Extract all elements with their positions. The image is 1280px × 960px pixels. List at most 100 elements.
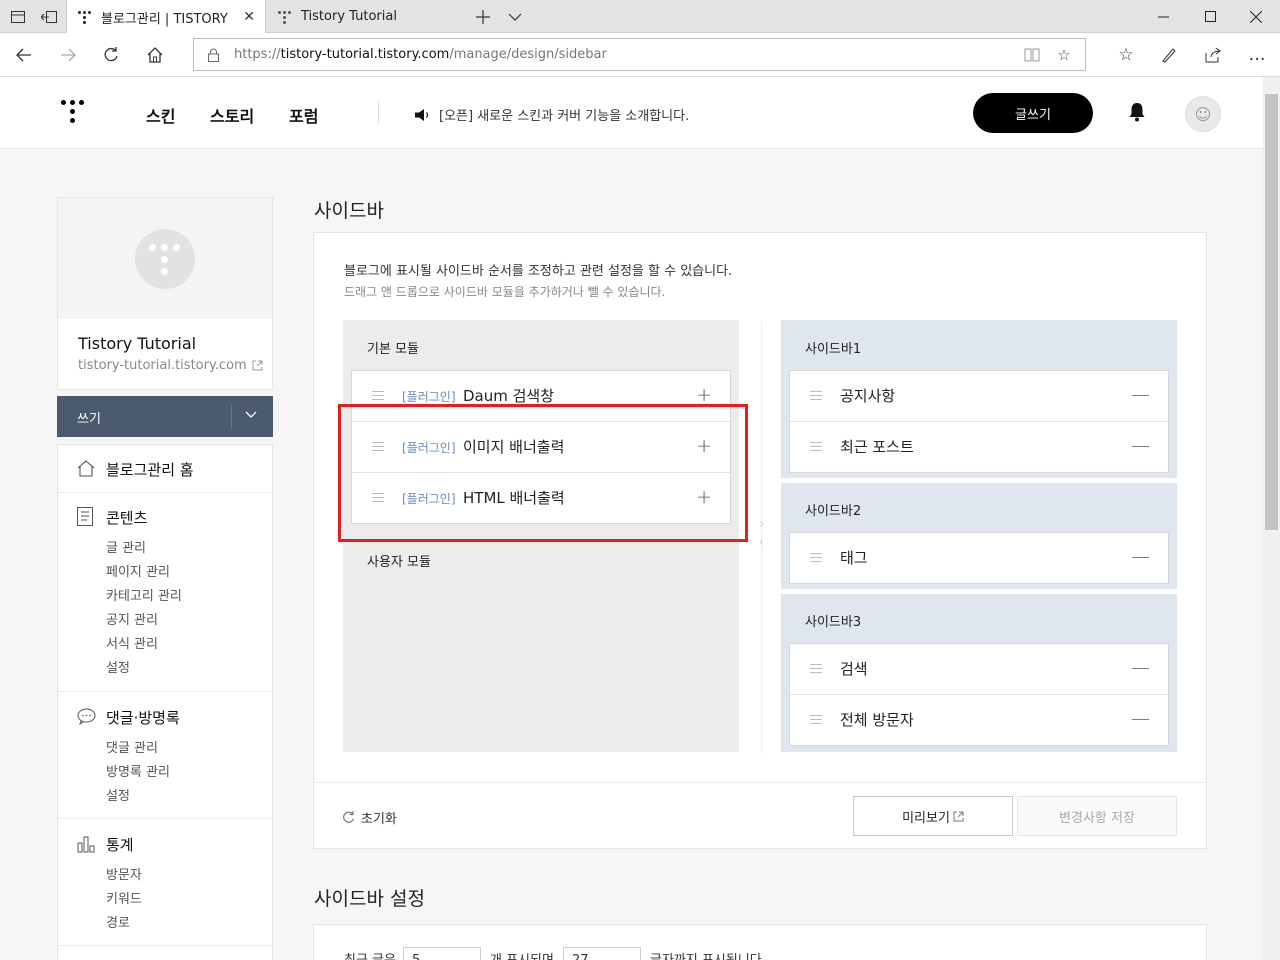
preview-button[interactable]: 미리보기 <box>853 796 1013 836</box>
forward-icon[interactable] <box>46 33 90 77</box>
blog-name[interactable]: Tistory Tutorial <box>78 334 196 353</box>
tab-blog-manage[interactable]: 블로그관리 | TISTORY ✕ <box>66 0 266 34</box>
module-name: 최근 포스트 <box>840 438 914 456</box>
sidebar-item-tags[interactable]: 태그 — <box>790 533 1168 584</box>
more-options-icon[interactable]: … <box>1235 33 1279 77</box>
sidebar-group-title: 사이드바3 <box>805 615 862 630</box>
module-name: 검색 <box>840 660 868 678</box>
sidebar-item-total-visitors[interactable]: 전체 방문자 — <box>790 695 1168 746</box>
drag-handle-icon[interactable] <box>810 553 822 563</box>
write-bar-divider <box>231 405 232 428</box>
nav-visitors[interactable]: 방문자 <box>106 864 142 883</box>
nav-contents[interactable]: 콘텐츠 <box>106 507 147 528</box>
notification-bell-icon[interactable] <box>1128 102 1146 126</box>
favorites-list-icon[interactable]: ☆ <box>1104 33 1148 77</box>
nav-keywords[interactable]: 키워드 <box>106 888 142 907</box>
url-field[interactable]: https://tistory-tutorial.tistory.com/man… <box>193 38 1086 71</box>
external-link-icon <box>953 811 964 821</box>
scrollbar-thumb[interactable] <box>1265 94 1278 530</box>
blog-profile-image <box>58 198 272 319</box>
drag-handle-icon[interactable] <box>810 442 822 452</box>
tab-list-chevron-icon[interactable] <box>499 0 531 33</box>
sidebar-item-recent-posts[interactable]: 최근 포스트 — <box>790 422 1168 473</box>
nav-blog-manage-home[interactable]: 블로그관리 홈 <box>106 459 194 480</box>
drag-handle-icon[interactable] <box>372 391 384 401</box>
maximize-icon[interactable] <box>1186 0 1234 33</box>
nav-comments-settings[interactable]: 설정 <box>106 785 130 804</box>
sidebar-item-notice[interactable]: 공지사항 — <box>790 371 1168 422</box>
module-name: 전체 방문자 <box>840 711 914 729</box>
tab-preview-icon[interactable] <box>2 0 34 33</box>
nav-section-contents: 콘텐츠 글 관리 페이지 관리 카테고리 관리 공지 관리 서식 관리 설정 <box>58 493 272 692</box>
url-text: https://tistory-tutorial.tistory.com/man… <box>234 47 607 62</box>
user-avatar[interactable]: ☺ <box>1185 96 1221 132</box>
blog-profile-card: Tistory Tutorial tistory-tutorial.tistor… <box>57 197 273 390</box>
minimize-icon[interactable] <box>1139 0 1187 33</box>
external-link-icon <box>252 360 263 371</box>
tistory-favicon-icon <box>277 10 291 24</box>
nav-section-comments: 댓글·방명록 댓글 관리 방명록 관리 설정 <box>58 692 272 819</box>
new-tab-icon[interactable] <box>467 0 499 33</box>
write-post-button[interactable]: 글쓰기 <box>973 93 1093 133</box>
nav-category-manage[interactable]: 카테고리 관리 <box>106 585 182 604</box>
home-icon <box>77 459 97 479</box>
close-tab-icon[interactable]: ✕ <box>243 9 255 25</box>
description-subtext: 드래그 앤 드롭으로 사이드바 모듈을 추가하거나 뺄 수 있습니다. <box>344 285 666 299</box>
favorite-star-icon[interactable]: ☆ <box>1054 45 1074 65</box>
nav-notice-manage[interactable]: 공지 관리 <box>106 609 158 628</box>
save-changes-button[interactable]: 변경사항 저장 <box>1017 796 1177 836</box>
settings-text: 최근 글은 <box>344 949 396 960</box>
tab-tistory-tutorial[interactable]: Tistory Tutorial <box>267 0 465 33</box>
plugin-tag: [플러그인] <box>402 390 456 404</box>
tab-title: Tistory Tutorial <box>301 9 397 24</box>
remove-module-minus-icon[interactable]: — <box>1131 384 1150 406</box>
nav-template-manage[interactable]: 서식 관리 <box>106 633 158 652</box>
recent-posts-count-input[interactable]: 5 <box>403 947 481 960</box>
nav-post-manage[interactable]: 글 관리 <box>106 537 146 556</box>
module-name: Daum 검색창 <box>463 387 555 405</box>
home-icon[interactable] <box>133 33 177 77</box>
title-length-input[interactable]: 27 <box>563 947 641 960</box>
nav-comments-guestbook[interactable]: 댓글·방명록 <box>106 707 180 728</box>
nav-forum[interactable]: 포럼 <box>289 103 318 127</box>
refresh-icon[interactable] <box>89 33 133 77</box>
nav-stats[interactable]: 통계 <box>106 834 134 855</box>
nav-skin[interactable]: 스킨 <box>146 103 175 127</box>
write-dropdown[interactable]: 쓰기 <box>57 396 273 437</box>
share-icon[interactable] <box>1191 33 1235 77</box>
tab-title: 블로그관리 | TISTORY <box>101 11 228 27</box>
nav-referrers[interactable]: 경로 <box>106 912 130 931</box>
tistory-logo-icon[interactable] <box>60 99 88 127</box>
reading-view-icon[interactable] <box>1022 45 1042 65</box>
chevron-down-icon[interactable] <box>245 408 257 424</box>
close-window-icon[interactable] <box>1232 0 1280 33</box>
notice-link[interactable]: [오픈] 새로운 스킨과 커버 기능을 소개합니다. <box>414 105 689 124</box>
remove-module-minus-icon[interactable]: — <box>1131 708 1150 730</box>
blog-url-link[interactable]: tistory-tutorial.tistory.com <box>78 358 263 373</box>
back-icon[interactable] <box>2 33 46 77</box>
drag-handle-icon[interactable] <box>810 664 822 674</box>
nav-story[interactable]: 스토리 <box>210 103 254 127</box>
browser-tab-bar: 블로그관리 | TISTORY ✕ Tistory Tutorial <box>0 0 1280 34</box>
remove-module-minus-icon[interactable]: — <box>1131 546 1150 568</box>
remove-module-minus-icon[interactable]: — <box>1131 657 1150 679</box>
header-divider <box>378 102 379 124</box>
set-tabs-aside-icon[interactable] <box>33 0 65 33</box>
sidebar-module-list: 검색 — 전체 방문자 — <box>789 643 1169 746</box>
add-module-plus-icon[interactable]: + <box>696 384 712 406</box>
drag-handle-icon[interactable] <box>810 391 822 401</box>
red-highlight-box <box>338 404 748 542</box>
panel-footer-divider <box>314 782 1206 783</box>
nav-contents-settings[interactable]: 설정 <box>106 657 130 676</box>
nav-comment-manage[interactable]: 댓글 관리 <box>106 737 158 756</box>
nav-guestbook-manage[interactable]: 방명록 관리 <box>106 761 170 780</box>
drag-handle-icon[interactable] <box>810 715 822 725</box>
remove-module-minus-icon[interactable]: — <box>1131 435 1150 457</box>
notice-text: [오픈] 새로운 스킨과 커버 기능을 소개합니다. <box>439 109 690 124</box>
reset-button[interactable]: 초기화 <box>342 808 397 827</box>
sidebar-item-search[interactable]: 검색 — <box>790 644 1168 695</box>
web-note-pen-icon[interactable] <box>1147 33 1191 77</box>
nav-page-manage[interactable]: 페이지 관리 <box>106 561 170 580</box>
preview-label: 미리보기 <box>902 810 950 826</box>
settings-text: 글자까지 표시됩니다. <box>650 949 766 960</box>
